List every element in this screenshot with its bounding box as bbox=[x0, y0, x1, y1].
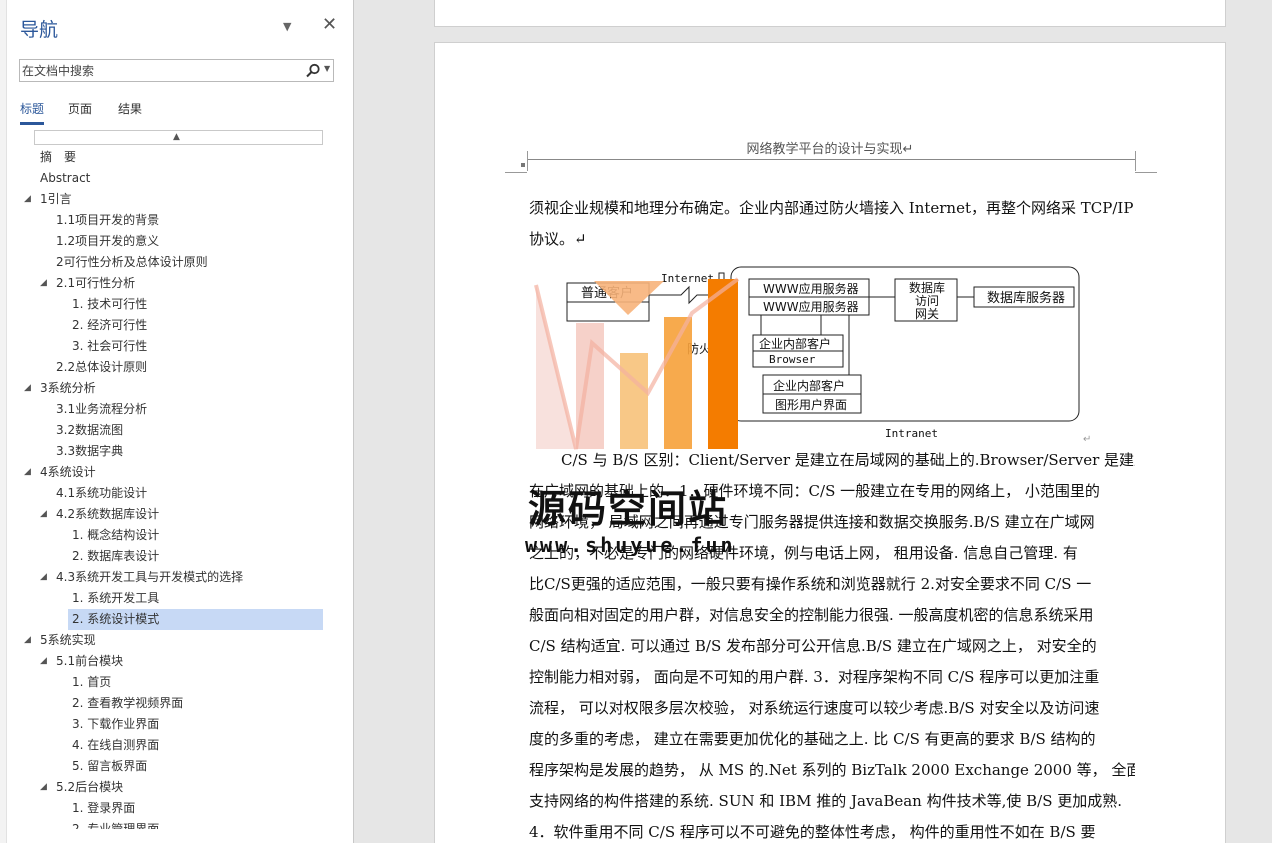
body-line: C/S 与 B/S 区别：Client/Server 是建立在局域网的基础上的.… bbox=[561, 451, 1135, 469]
margin-corner-right-h bbox=[1135, 172, 1157, 173]
outline-heading-item[interactable]: 1. 首页 bbox=[72, 672, 111, 693]
outline-heading-item[interactable]: 3.2数据流图 bbox=[56, 420, 123, 441]
body-line: 度的多重的考虑， 建立在需要更加优化的基础之上. 比 C/S 有更高的要求 B/… bbox=[529, 730, 1096, 748]
expand-triangle-icon[interactable]: ◢ bbox=[40, 504, 47, 525]
outline-heading-item[interactable]: 4.1系统功能设计 bbox=[56, 483, 147, 504]
outline-heading-item[interactable]: 3. 下载作业界面 bbox=[72, 714, 159, 735]
expand-triangle-icon[interactable]: ◢ bbox=[40, 273, 47, 294]
internet-label: Internet bbox=[661, 272, 714, 285]
outline-heading-item[interactable]: 3. 社会可行性 bbox=[72, 336, 147, 357]
outline-heading-item[interactable]: 3.1业务流程分析 bbox=[56, 399, 147, 420]
heading-outline: 摘 要 Abstract ◢ 1引言 1.1项目开发的背景 1.2项目开发的意义 2可行性分… bbox=[0, 147, 354, 829]
watermark-text: 源码空间站 bbox=[528, 487, 729, 531]
outline-heading-item[interactable]: 2. 查看教学视频界面 bbox=[72, 693, 183, 714]
search-icon[interactable] bbox=[305, 63, 321, 79]
intranet-label: Intranet bbox=[885, 427, 938, 440]
outline-heading-item[interactable]: 2. 数据库表设计 bbox=[72, 546, 159, 567]
outline-heading-item[interactable]: 2可行性分析及总体设计原则 bbox=[56, 252, 208, 273]
close-icon[interactable]: ✕ bbox=[322, 14, 337, 35]
internal-client-gui-label: 企业内部客户 bbox=[773, 378, 845, 393]
browser-label: Browser bbox=[769, 353, 816, 366]
db-server-label: 数据库服务器 bbox=[987, 290, 1065, 306]
margin-corner-left-h bbox=[505, 172, 527, 173]
outline-heading-item[interactable]: 1.1项目开发的背景 bbox=[56, 210, 159, 231]
outline-heading-item[interactable]: 2.1可行性分析 bbox=[56, 273, 135, 294]
outline-heading-item[interactable]: Abstract bbox=[40, 168, 90, 189]
body-line: 比C/S更强的适应范围，一般只要有操作系统和浏览器就行 2.对安全要求不同 C/… bbox=[529, 575, 1092, 593]
outline-heading-item[interactable]: 5. 留言板界面 bbox=[72, 756, 147, 777]
internal-client-label: 企业内部客户 bbox=[759, 336, 831, 351]
page-header: 网络教学平台的设计与实现↵ bbox=[746, 142, 914, 157]
body-line: 控制能力相对弱， 面向是不可知的用户群. 3．对程序架构不同 C/S 程序可以更… bbox=[529, 668, 1100, 686]
margin-corner-right bbox=[1135, 151, 1136, 171]
body-line: 般面向相对固定的用户群，对信息安全的控制能力很强. 一般高度机密的信息系统采用 bbox=[529, 606, 1094, 624]
body-line: 流程， 可以对权限多层次校验， 对系统运行速度可以较少考虑.B/S 对安全以及访… bbox=[529, 699, 1100, 717]
outline-heading-item[interactable]: 1引言 bbox=[40, 189, 72, 210]
expand-triangle-icon[interactable]: ◢ bbox=[24, 189, 31, 210]
www-server-1: WWW应用服务器 bbox=[763, 281, 859, 296]
margin-corner-left bbox=[527, 151, 528, 171]
outline-heading-item[interactable]: 2. 专业管理界面 bbox=[72, 819, 159, 829]
body-line: 协议。↵ bbox=[529, 230, 587, 248]
figure-return-mark: ↵ bbox=[1083, 434, 1091, 445]
document-page[interactable]: 网络教学平台的设计与实现↵ 须视企业规模和地理分布确定。企业内部通过防火墙接入 … bbox=[434, 42, 1226, 843]
outline-heading-item[interactable]: 1. 系统开发工具 bbox=[72, 588, 159, 609]
body-line: 4．软件重用不同 C/S 程序可以不可避免的整体性考虑， 构件的重用性不如在 B… bbox=[529, 823, 1096, 841]
search-input[interactable] bbox=[22, 62, 298, 79]
body-line: C/S 结构适宜. 可以通过 B/S 发布部分可公开信息.B/S 建立在广域网之… bbox=[529, 637, 1097, 655]
scroll-up-button[interactable]: ▲ bbox=[34, 130, 323, 145]
outline-heading-item[interactable]: 1. 概念结构设计 bbox=[72, 525, 159, 546]
outline-heading-item[interactable]: 2.2总体设计原则 bbox=[56, 357, 147, 378]
outline-heading-item[interactable]: 3.3数据字典 bbox=[56, 441, 123, 462]
outline-heading-item[interactable]: 1. 技术可行性 bbox=[72, 294, 147, 315]
outline-heading-item[interactable]: 4系统设计 bbox=[40, 462, 96, 483]
expand-triangle-icon[interactable]: ◢ bbox=[24, 462, 31, 483]
network-architecture-figure: Internet 普通客户 WWW应用服务器 WWW应用服务器 数据库 访问 网… bbox=[566, 266, 1091, 445]
outline-heading-item[interactable]: 2. 系统设计模式 bbox=[68, 609, 323, 630]
expand-triangle-icon[interactable]: ◢ bbox=[24, 378, 31, 399]
www-server-2: WWW应用服务器 bbox=[763, 299, 859, 314]
search-box[interactable]: ▼ bbox=[19, 59, 334, 82]
search-dropdown-icon[interactable]: ▼ bbox=[324, 64, 330, 73]
expand-triangle-icon[interactable]: ◢ bbox=[24, 630, 31, 651]
outline-heading-item[interactable]: 5.2后台模块 bbox=[56, 777, 123, 798]
anchor-mark bbox=[521, 163, 525, 167]
nav-options-chevron-icon[interactable]: ▼ bbox=[283, 20, 291, 33]
previous-page-bottom bbox=[434, 0, 1226, 27]
outline-heading-item[interactable]: 4.3系统开发工具与开发模式的选择 bbox=[56, 567, 243, 588]
tab-results[interactable]: 结果 bbox=[118, 100, 142, 117]
client-box-label: 普通客户 bbox=[581, 285, 633, 301]
body-line: 程序架构是发展的趋势， 从 MS 的.Net 系列的 BizTalk 2000 … bbox=[529, 761, 1135, 779]
firewall-label: 防火 bbox=[687, 341, 711, 356]
body-line: 须视企业规模和地理分布确定。企业内部通过防火墙接入 Internet，再整个网络… bbox=[529, 199, 1134, 217]
expand-triangle-icon[interactable]: ◢ bbox=[40, 651, 47, 672]
watermark-url: www.shuyue.fun bbox=[525, 533, 736, 557]
outline-heading-item[interactable]: 5.1前台模块 bbox=[56, 651, 123, 672]
tab-pages[interactable]: 页面 bbox=[68, 100, 92, 117]
tab-headings[interactable]: 标题 bbox=[20, 100, 45, 125]
nav-title: 导航 bbox=[20, 19, 59, 41]
expand-triangle-icon[interactable]: ◢ bbox=[40, 567, 47, 588]
gui-label: 图形用户界面 bbox=[775, 397, 847, 412]
db-gateway-line3: 网关 bbox=[915, 307, 939, 321]
outline-heading-item[interactable]: 4.2系统数据库设计 bbox=[56, 504, 159, 525]
header-rule bbox=[527, 159, 1135, 160]
expand-triangle-icon[interactable]: ◢ bbox=[40, 777, 47, 798]
outline-heading-item[interactable]: 4. 在线自测界面 bbox=[72, 735, 159, 756]
navigation-pane: 导航 ▼ ✕ ▼ 标题 页面 结果 ▲ 摘 要Abstract ◢ 1引言1.1项目… bbox=[0, 0, 354, 843]
outline-heading-item[interactable]: 2. 经济可行性 bbox=[72, 315, 147, 336]
scroll-to-top-icon: ▲ bbox=[173, 132, 180, 142]
db-gateway-line2: 访问 bbox=[915, 294, 939, 308]
body-line: 支持网络的构件搭建的系统. SUN 和 IBM 推的 JavaBean 构件技术… bbox=[529, 792, 1123, 810]
outline-heading-item[interactable]: 1.2项目开发的意义 bbox=[56, 231, 159, 252]
outline-heading-item[interactable]: 5系统实现 bbox=[40, 630, 96, 651]
document-area[interactable]: 网络教学平台的设计与实现↵ 须视企业规模和地理分布确定。企业内部通过防火墙接入 … bbox=[355, 0, 1272, 843]
db-gateway-line1: 数据库 bbox=[909, 280, 945, 295]
outline-heading-item[interactable]: 1. 登录界面 bbox=[72, 798, 135, 819]
outline-heading-item[interactable]: 3系统分析 bbox=[40, 378, 96, 399]
outline-heading-item[interactable]: 摘 要 bbox=[40, 147, 76, 168]
